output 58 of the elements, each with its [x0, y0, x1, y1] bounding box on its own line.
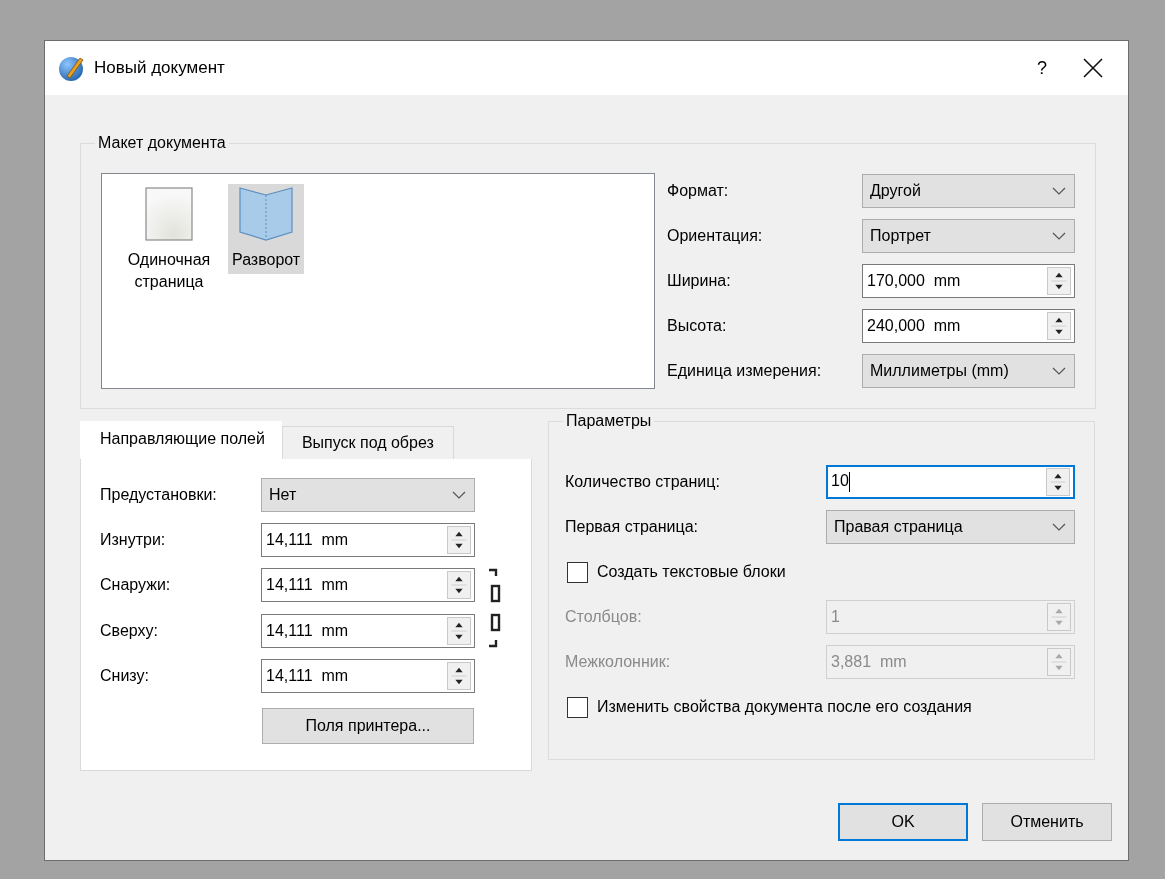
field-label: Первая страница: — [565, 518, 700, 536]
tab[interactable]: Выпуск под обрез — [281, 426, 454, 459]
number-field[interactable]: 240,000 mm — [862, 309, 1075, 343]
tab[interactable]: Направляющие полей — [80, 421, 282, 459]
field-label: Высота: — [667, 317, 728, 335]
chevron-icon — [1052, 523, 1066, 531]
layout-option[interactable]: Разворот — [228, 184, 305, 274]
field-label: Единица измерения: — [667, 362, 823, 380]
chevron-icon — [1052, 367, 1066, 375]
number-field[interactable]: 170,000 mm — [862, 264, 1075, 298]
number-field[interactable]: 14,111 mm — [261, 568, 475, 602]
chevron-icon — [452, 491, 466, 499]
checkbox-label[interactable]: Создать текстовые блоки — [597, 563, 786, 581]
chevron-icon — [1052, 187, 1066, 195]
open-book-icon — [239, 187, 294, 241]
field-label: Изнутри: — [100, 531, 167, 549]
spin-buttons[interactable] — [447, 571, 471, 599]
field-label: Количество страниц: — [565, 473, 721, 491]
spin-buttons[interactable] — [447, 662, 471, 690]
window-title: Новый документ — [94, 58, 226, 78]
app-logo-icon — [58, 54, 85, 82]
dropdown[interactable]: Портрет — [862, 219, 1075, 253]
dialog-button[interactable]: Отменить — [982, 803, 1112, 841]
dropdown[interactable]: Другой — [862, 174, 1075, 208]
chain-link-icon[interactable] — [487, 568, 501, 648]
spin-buttons[interactable] — [447, 616, 471, 645]
field-label: Межколонник: — [565, 653, 672, 671]
field-label: Ориентация: — [667, 227, 764, 245]
dropdown[interactable]: Миллиметры (mm) — [862, 354, 1075, 388]
close-icon[interactable] — [1082, 57, 1104, 79]
field-label: Сверху: — [100, 621, 159, 640]
number-field[interactable]: 14,111 mm — [261, 523, 475, 557]
checkbox[interactable] — [567, 561, 588, 583]
spin-buttons[interactable] — [1047, 312, 1071, 340]
spin-buttons[interactable] — [1046, 468, 1070, 496]
chevron-icon — [1052, 232, 1066, 240]
dropdown[interactable]: Нет — [261, 478, 475, 512]
number-field[interactable]: 14,111 mm — [261, 659, 475, 693]
field-label: Снаружи: — [100, 576, 172, 595]
dialog-button[interactable]: OK — [838, 803, 968, 841]
group-title: Параметры — [563, 411, 655, 431]
checkbox[interactable] — [567, 696, 588, 718]
spin-buttons[interactable] — [447, 526, 471, 554]
field-label: Формат: — [667, 182, 730, 200]
checkbox-label[interactable]: Изменить свойства документа после его создания — [597, 698, 972, 716]
dropdown[interactable]: Правая страница — [826, 510, 1075, 544]
group-title: Макет документа — [95, 133, 229, 153]
field-label: Ширина: — [667, 272, 732, 290]
page-icon — [145, 187, 193, 241]
number-field[interactable]: 14,111 mm — [261, 613, 475, 648]
field-label: Предустановки: — [100, 486, 218, 504]
printer-margins-button[interactable]: Поля принтера... — [262, 708, 474, 744]
field-label: Снизу: — [100, 667, 150, 685]
number-field[interactable]: 10 — [826, 465, 1075, 499]
spin-buttons[interactable] — [1047, 267, 1071, 295]
layout-option[interactable]: Одиночная страница — [120, 184, 218, 296]
field-label: Столбцов: — [565, 608, 643, 626]
help-button[interactable]: ? — [1012, 57, 1072, 79]
